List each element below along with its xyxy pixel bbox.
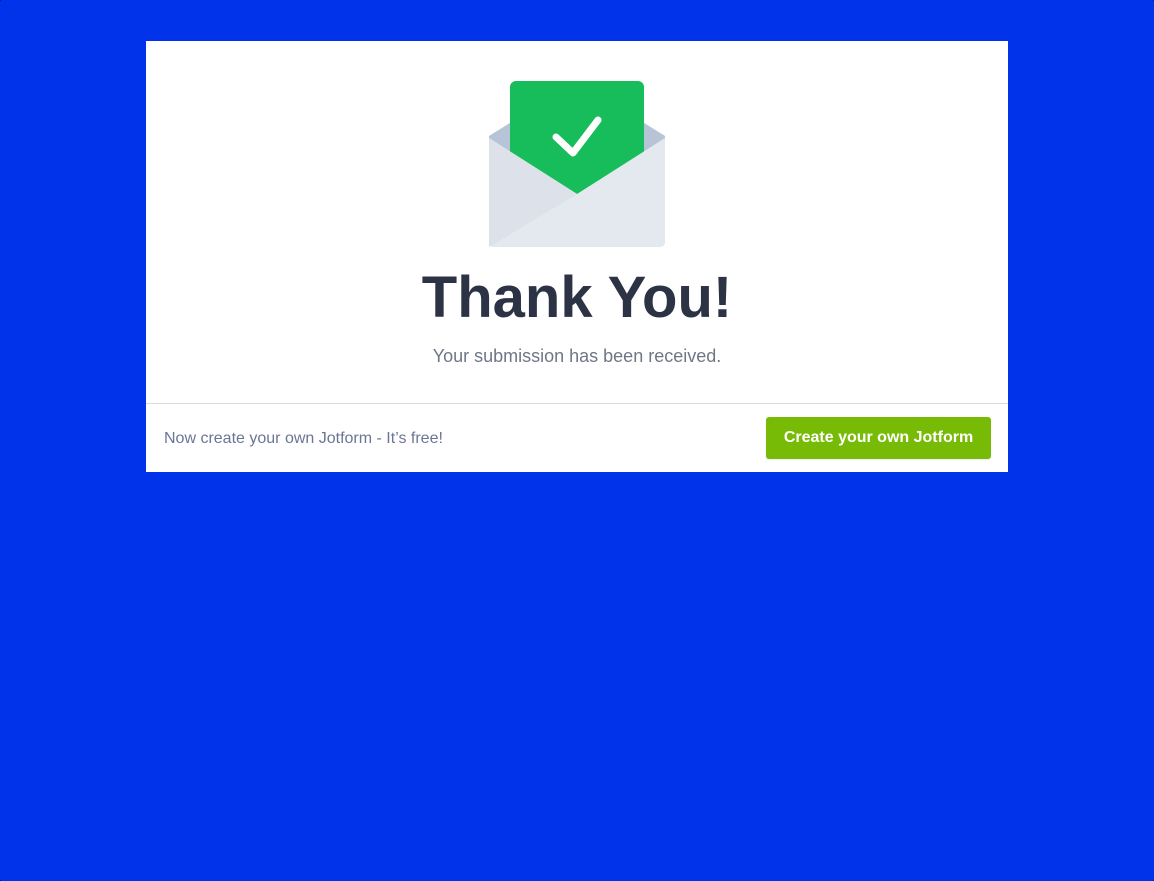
thank-you-card: Thank You! Your submission has been rece…: [146, 41, 1008, 472]
page-background: Thank You! Your submission has been rece…: [0, 0, 1154, 881]
envelope-check-icon: [489, 81, 665, 247]
promo-text: Now create your own Jotform - It’s free!: [164, 430, 443, 447]
divider: [146, 403, 1008, 404]
page-title: Thank You!: [421, 265, 733, 330]
create-jotform-button[interactable]: Create your own Jotform: [766, 417, 991, 459]
submission-message: Your submission has been received.: [432, 346, 722, 366]
